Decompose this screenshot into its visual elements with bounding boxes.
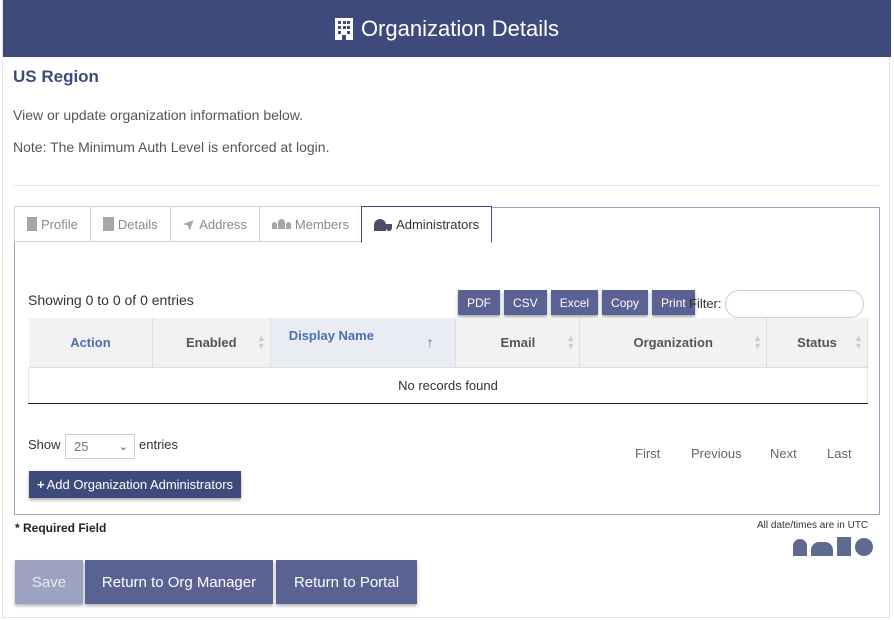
save-button[interactable]: Save [15,560,83,604]
chevron-down-icon: ⌄ [118,441,128,453]
filter-input[interactable] [725,290,864,318]
table-info: Showing 0 to 0 of 0 entries [28,292,194,308]
legend-icons [793,537,873,556]
table-row: No records found [28,366,868,404]
user-icon [793,539,807,556]
tab-label: Address [199,216,247,232]
column-header-status[interactable]: Status ▲ ▼ [766,318,868,367]
return-to-portal-button[interactable]: Return to Portal [276,560,417,604]
divider [13,185,879,186]
tab-label: Administrators [396,217,480,232]
file-icon [102,217,114,231]
excel-button[interactable]: Excel [550,290,599,315]
column-header-display-name[interactable]: Display Name ↑ [269,318,457,367]
export-buttons: PDF CSV Excel Copy Print [458,290,695,315]
return-to-org-manager-button[interactable]: Return to Org Manager [85,560,273,604]
pager-previous[interactable]: Previous [691,446,742,461]
utc-note: All date/times are in UTC [757,520,869,531]
tab-profile[interactable]: Profile [14,206,90,242]
location-arrow-icon: ➤ [178,213,200,235]
sort-ascending-icon: ↑ [426,334,434,350]
page-frame: Organization Details US Region View or u… [2,0,891,618]
user-shield-icon [374,218,393,231]
pager-next[interactable]: Next [770,446,797,461]
entries-label: entries [139,437,179,452]
column-header-enabled[interactable]: Enabled ▲ ▼ [151,318,271,367]
csv-button[interactable]: CSV [504,290,547,315]
page-length-select[interactable]: 25 ⌄ [65,434,135,459]
filter-label: Filter: [689,296,722,311]
copy-button[interactable]: Copy [602,290,649,315]
administrators-table: Action Enabled ▲ ▼ Display Name ↑ Email ▲ ▼ O… [28,318,868,404]
globe-icon [855,538,873,556]
tab-members[interactable]: Members [258,206,362,242]
intro-text: View or update organization information … [13,107,304,123]
tab-label: Members [294,216,350,232]
add-administrators-button[interactable]: + Add Organization Administrators [29,471,242,498]
empty-message: No records found [28,366,868,404]
column-header-email[interactable]: Email ▲ ▼ [455,318,581,367]
auth-note: Note: The Minimum Auth Level is enforced… [13,139,330,155]
tab-details[interactable]: Details [89,206,170,242]
pager-first[interactable]: First [635,446,660,461]
tab-bar: Profile Details ➤ Address Members Admini… [14,206,493,243]
pager-last[interactable]: Last [827,446,852,461]
tab-label: Details [117,216,158,232]
tab-administrators[interactable]: Administrators [361,206,493,243]
tab-address[interactable]: ➤ Address [169,206,259,242]
building-icon [27,217,37,231]
column-header-action[interactable]: Action [28,318,153,367]
building-icon [334,17,353,40]
page-title: Organization Details [360,15,560,41]
page-header: Organization Details [3,0,891,57]
building-icon [837,537,851,556]
column-header-organization[interactable]: Organization ▲ ▼ [579,318,768,367]
users-icon [811,542,833,556]
region-title: US Region [13,67,99,86]
show-label: Show [28,437,61,452]
users-icon [271,219,291,229]
plus-icon: + [37,477,45,492]
required-field-note: * Required Field [15,521,107,535]
pdf-button[interactable]: PDF [458,290,500,315]
tab-label: Profile [41,216,78,232]
